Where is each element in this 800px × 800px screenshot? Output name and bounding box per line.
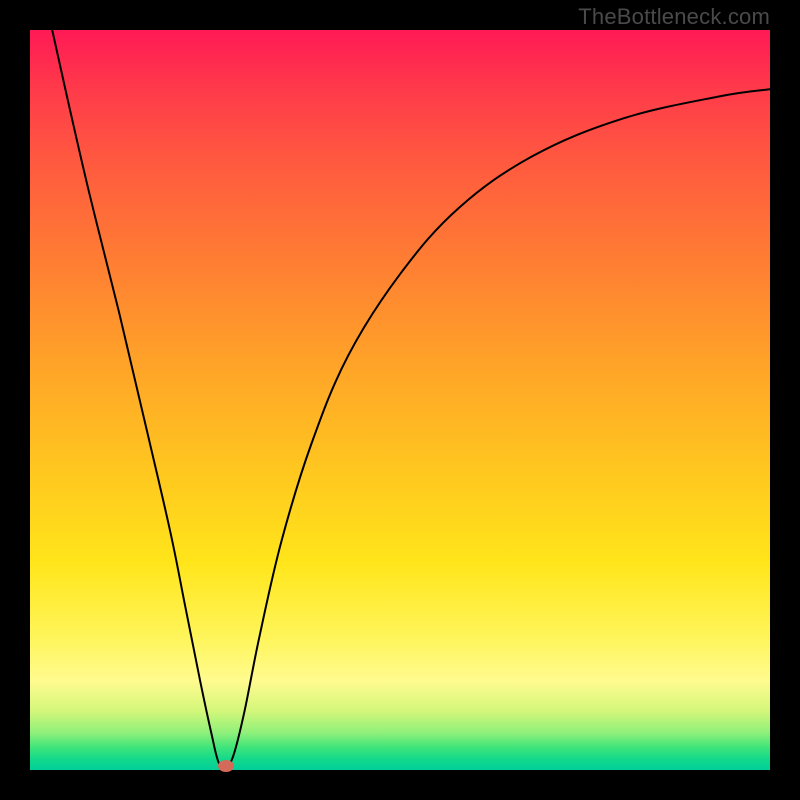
plot-area (30, 30, 770, 770)
watermark-text: TheBottleneck.com (578, 4, 770, 30)
chart-frame: TheBottleneck.com (0, 0, 800, 800)
bottleneck-curve (30, 30, 770, 770)
minimum-marker (218, 760, 234, 772)
